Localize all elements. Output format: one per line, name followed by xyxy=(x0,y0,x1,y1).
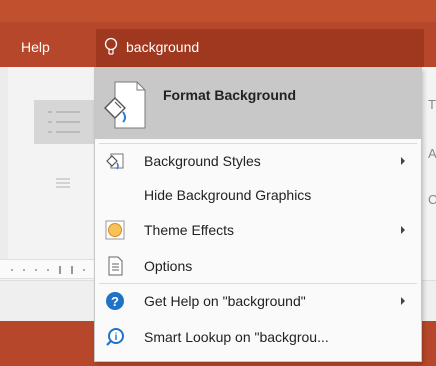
options-icon xyxy=(108,256,123,276)
search-input[interactable]: background xyxy=(126,39,199,55)
menu-item-options[interactable]: Options xyxy=(95,249,421,283)
svg-text:i: i xyxy=(115,332,118,343)
search-results-menu: Format Background Background Styles Hide… xyxy=(94,67,422,362)
menu-item-theme-effects[interactable]: Theme Effects xyxy=(95,213,421,247)
submenu-arrow-icon xyxy=(401,157,405,165)
ribbon-letter-2: A xyxy=(428,146,436,161)
menu-item-label: Background Styles xyxy=(144,153,261,169)
menu-item-smart-lookup[interactable]: i Smart Lookup on "backgrou... xyxy=(95,320,421,354)
bullets-icon[interactable] xyxy=(34,100,94,144)
ribbon-letter-3: C xyxy=(428,192,436,207)
title-strip xyxy=(0,0,436,22)
menu-item-get-help[interactable]: ? Get Help on "background" xyxy=(95,284,421,318)
submenu-arrow-icon xyxy=(401,297,405,305)
help-icon: ? xyxy=(106,292,124,310)
menu-item-hide-background-graphics[interactable]: Hide Background Graphics xyxy=(95,178,421,212)
menu-item-format-background[interactable]: Format Background xyxy=(95,68,421,139)
menu-item-label: Format Background xyxy=(163,87,297,103)
menu-item-label: Hide Background Graphics xyxy=(144,187,312,203)
svg-text:?: ? xyxy=(111,294,119,309)
format-background-icon xyxy=(104,81,146,129)
menu-item-label: Theme Effects xyxy=(144,222,235,238)
align-left-icon[interactable] xyxy=(56,178,70,190)
lightbulb-icon xyxy=(104,37,118,55)
menu-item-background-styles[interactable]: Background Styles xyxy=(95,144,421,178)
menu-item-label: Smart Lookup on "backgrou... xyxy=(144,329,329,345)
theme-effects-icon xyxy=(105,220,125,240)
help-tab[interactable]: Help xyxy=(21,39,50,55)
smart-lookup-icon: i xyxy=(106,328,124,346)
ruler xyxy=(0,259,96,279)
background-styles-icon xyxy=(106,153,124,170)
ribbon-left-edge xyxy=(0,67,8,277)
submenu-arrow-icon xyxy=(401,226,405,234)
ribbon-letter-1: T xyxy=(428,97,436,112)
menu-item-label: Options xyxy=(144,258,193,274)
menu-item-label: Get Help on "background" xyxy=(144,293,306,309)
